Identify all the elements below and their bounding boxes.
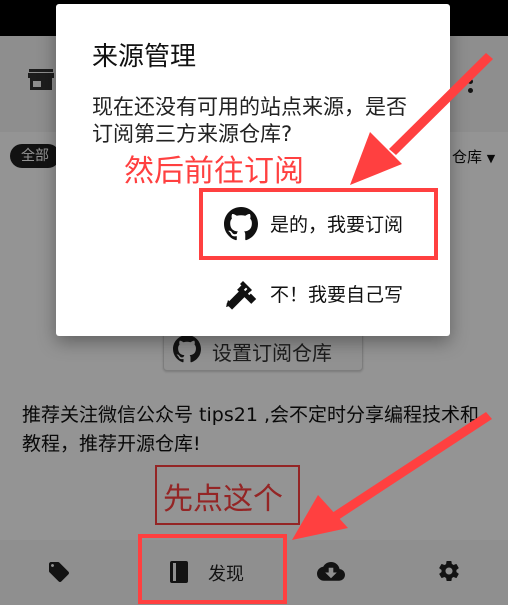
annotation-step1: 然后前往订阅	[124, 154, 304, 189]
annotation-box-subscribe	[199, 188, 438, 260]
pencil-ruler-icon	[226, 281, 257, 310]
dialog-message: 现在还没有可用的站点来源，是否订阅第三方来源仓库?	[92, 95, 407, 146]
annotation-box-discover	[138, 534, 287, 604]
write-own-label[interactable]: 不！我要自己写	[270, 280, 403, 307]
dialog-title: 来源管理	[92, 42, 197, 72]
